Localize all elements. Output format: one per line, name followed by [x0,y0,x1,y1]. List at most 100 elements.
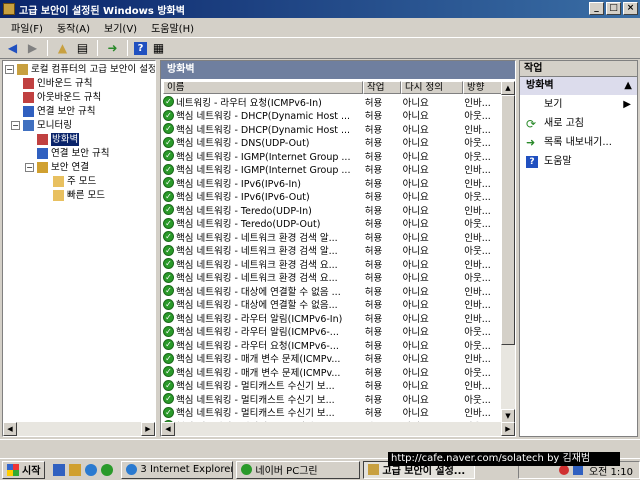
table-row[interactable]: ✓ 핵심 네트워킹 - 멀티캐스트 수신기 보... 허용 아니요 인바... [163,379,501,392]
column-name[interactable]: 이름 [163,81,363,94]
enabled-check-icon: ✓ [163,352,174,364]
enabled-check-icon: ✓ [163,123,174,135]
forward-arrow-icon[interactable]: ▶ [24,40,41,56]
menu-action[interactable]: 동작(A) [50,20,97,35]
table-row[interactable]: ✓ 핵심 네트워킹 - IGMP(Internet Group ... 허용 아니요 아… [163,149,501,163]
start-button[interactable]: 시작 [2,460,46,479]
rule-direction-cell: 인바... [464,300,491,312]
taskbar-item-ie[interactable]: 3 Internet Explorer [121,460,234,479]
table-row[interactable]: ✓ 핵심 네트워킹 - IPv6(IPv6-In) 허용 아니요 인바... [163,176,501,190]
rules-horizontal-scrollbar[interactable]: ◀ ▶ [161,422,515,436]
table-row[interactable]: ✓ 핵심 네트워킹 - IPv6(IPv6-Out) 허용 아니요 아웃... [163,190,501,204]
explorer-icon[interactable] [69,463,82,476]
tree-item-mon-connsec[interactable]: 연결 보안 규칙 [37,147,109,160]
show-desktop-icon[interactable] [53,463,66,476]
tree-item-outbound[interactable]: 아웃바운드 규칙 [23,91,101,104]
scroll-thumb[interactable] [501,95,515,345]
action-refresh[interactable]: ⟳ 새로 고침 [520,114,637,133]
network-icon[interactable] [572,465,583,475]
enabled-check-icon: ✓ [163,177,174,189]
tree-item-monitoring[interactable]: − 모니터링 [11,119,72,132]
table-row[interactable]: ✓ 핵심 네트워킹 - IGMP(Internet Group ... 허용 아니요 인… [163,163,501,176]
menu-help[interactable]: 도움말(H) [144,20,201,35]
action-help[interactable]: ? 도움말 [520,152,637,171]
minimize-button[interactable]: _ [589,2,604,15]
export-list-icon[interactable]: ➜ [104,40,121,56]
column-direction[interactable]: 방향 [463,81,503,94]
table-row[interactable]: ✓핵심 네트워킹 - 멀티캐스트 수신기 보...허용 아니요 아웃... [163,392,501,406]
show-hide-tree-icon[interactable]: ▤ [74,40,91,56]
rule-override-cell: 아니요 [402,313,429,325]
rule-name-cell: ✓ 핵심 네트워킹 - IGMP(Internet Group ... [163,149,362,163]
table-row[interactable]: ✓ 핵심 네트워킹 - DNS(UDP-Out) 허용 아니요 아웃... [163,136,501,149]
action-view[interactable]: 보기 ▶ [520,95,637,114]
table-row[interactable]: ✓ 핵심 네트워킹 - Teredo(UDP-Out) 허용 아니요 아웃... [163,217,501,230]
tree-horizontal-scrollbar[interactable]: ◀ ▶ [3,422,155,436]
table-row[interactable]: ✓ 핵심 네트워킹 - 네트워크 환경 검색 요... 허용 아니요 아웃... [163,271,501,285]
maximize-button[interactable]: □ [606,2,621,15]
rule-override-cell: 아니요 [402,97,429,109]
table-row[interactable]: ✓ 핵심 네트워킹 - 네트워크 환경 검색 알... 허용 아니요 인바... [163,230,501,244]
rule-name-cell: ✓ 핵심 네트워킹 - Teredo(UDP-In) [163,203,362,217]
security-alert-icon[interactable] [558,465,569,475]
rule-override-cell: 아니요 [402,367,429,379]
table-row[interactable]: ✓ 핵심 네트워킹 - 대상에 연결할 수 없음 ... 허용 아니요 인바... [163,284,501,298]
collapse-up-icon[interactable]: ▲ [624,77,632,95]
table-row[interactable]: ✓ 핵심 네트워킹 - DHCP(Dynamic Host ... 허용 아니요 아웃.… [163,109,501,122]
column-action[interactable]: 작업 [363,81,401,94]
menu-file[interactable]: 파일(F) [4,20,50,35]
up-folder-icon[interactable]: ▲ [54,40,71,56]
collapse-icon[interactable]: − [11,121,20,130]
tree-item-firewall[interactable]: 방화벽 [37,133,80,146]
help-icon[interactable]: ? [134,41,147,55]
rule-override-cell: 아니요 [402,205,429,217]
taskbar-item-naver[interactable]: 네이버 PC그린 [236,460,361,479]
table-row[interactable]: ✓ 핵심 네트워킹 - 라우터 알림(ICMPv6-In) 허용 아니요 인바... [163,311,501,325]
table-row[interactable]: ✓ 핵심 네트워킹 - DHCP(Dynamic Host ... 허용 아니요 인바.… [163,122,501,136]
back-arrow-icon[interactable]: ◀ [4,40,21,56]
rule-action-cell: 허용 [364,151,383,163]
table-row[interactable]: ✓ 핵심 네트워킹 - 매개 변수 문제(ICMPv... 허용 아니요 아웃... [163,365,501,379]
scroll-left-icon[interactable]: ◀ [161,422,175,436]
close-button[interactable]: × [623,2,638,15]
action-export-list[interactable]: ➜ 목록 내보내기... [520,133,637,152]
actions-group-firewall[interactable]: 방화벽 ▲ [520,77,637,95]
tree-item-inbound[interactable]: 인바운드 규칙 [23,77,92,90]
table-row[interactable]: ✓ 핵심 네트워킹 - 네트워크 환경 검색 알... 허용 아니요 아웃... [163,244,501,257]
scroll-left-icon[interactable]: ◀ [3,422,17,436]
rule-name-cell: ✓ 핵심 네트워킹 - 라우터 요청(ICMPv6-... [163,338,362,352]
tree-item-connsec[interactable]: 연결 보안 규칙 [23,105,95,118]
tree-root[interactable]: − 로컬 컴퓨터의 고급 보안이 설정 [5,63,155,76]
internet-explorer-icon[interactable] [85,463,98,476]
rule-direction-cell: 아웃... [464,273,491,285]
scroll-down-icon[interactable]: ▼ [501,409,515,423]
scroll-up-icon[interactable]: ▲ [501,81,515,95]
table-row[interactable]: ✓ 핵심 네트워킹 - 라우터 알림(ICMPv6-... 허용 아니요 아웃... [163,325,501,338]
tree-item-quick-mode[interactable]: 빠른 모드 [53,189,105,202]
scroll-right-icon[interactable]: ▶ [501,422,515,436]
menu-view[interactable]: 보기(V) [97,20,144,35]
rules-vertical-scrollbar[interactable]: ▲ ▼ [501,81,515,423]
pc-green-icon[interactable] [101,463,114,476]
collapse-icon[interactable]: − [5,65,14,74]
properties-icon[interactable]: ▦ [150,40,167,56]
table-row[interactable]: ✓ 핵심 네트워킹 - 멀티캐스트 수신기 보... 허용 아니요 인바... [163,406,501,419]
rule-direction-cell: 인바... [464,232,491,244]
scroll-right-icon[interactable]: ▶ [141,422,155,436]
column-override[interactable]: 다시 정의 [401,81,463,94]
internet-explorer-icon [126,464,138,475]
rule-name-cell: ✓ 핵심 네트워킹 - 네트워크 환경 검색 알... [163,230,362,244]
tree-item-main-mode[interactable]: 주 모드 [53,175,96,188]
enabled-check-icon: ✓ [163,109,174,121]
table-row[interactable]: ✓ 핵심 네트워킹 - 네트워크 환경 검색 요... 허용 아니요 인바... [163,257,501,271]
table-row[interactable]: ✓ 네트워킹 - 라우터 요청(ICMPv6-In) 허용 아니요 인바... [163,95,501,109]
table-row[interactable]: ✓ 핵심 네트워킹 - 라우터 요청(ICMPv6-... 허용 아니요 아웃... [163,338,501,352]
table-row[interactable]: ✓ 핵심 네트워킹 - Teredo(UDP-In) 허용 아니요 인바... [163,203,501,217]
collapse-icon[interactable]: − [25,163,34,172]
table-row[interactable]: ✓ 핵심 네트워킹 - 대상에 연결할 수 없음... 허용 아니요 인바... [163,298,501,312]
rule-override-cell: 아니요 [402,178,429,190]
tree-item-security-associations[interactable]: − 보안 연결 [25,161,89,174]
rule-action-cell: 허용 [364,192,383,204]
table-row[interactable]: ✓ 핵심 네트워킹 - 매개 변수 문제(ICMPv... 허용 아니요 인바... [163,352,501,365]
actions-title: 작업 [520,61,637,77]
